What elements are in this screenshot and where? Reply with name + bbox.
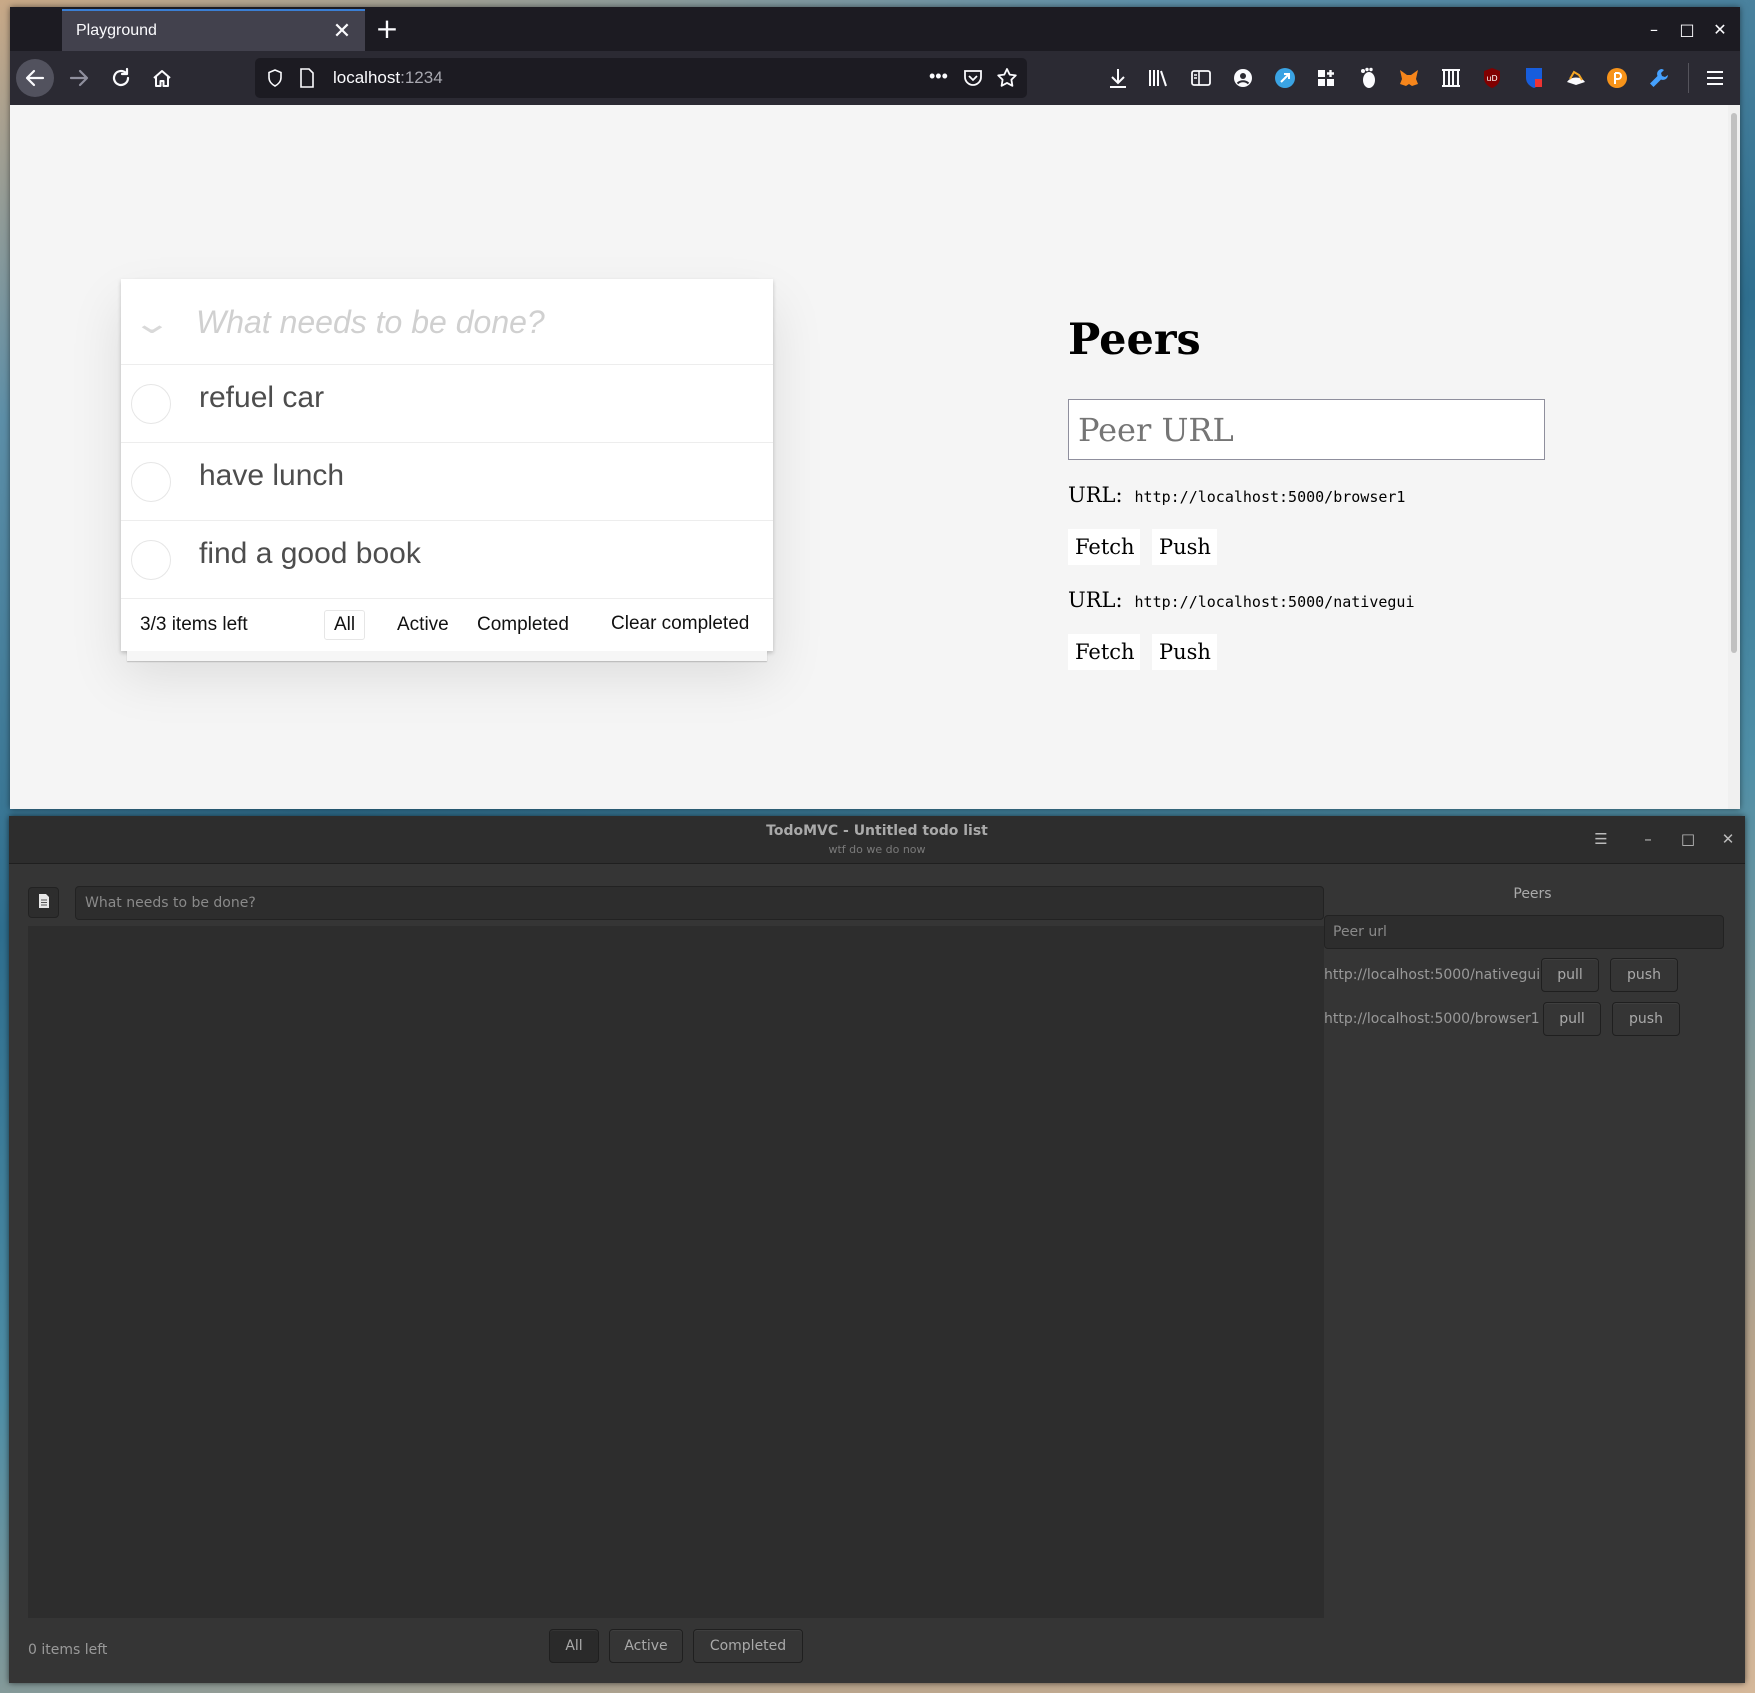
window-title: TodoMVC - Untitled todo list: [766, 823, 988, 839]
filter-active[interactable]: Active: [387, 610, 459, 640]
page-content: ⌄ refuel car have lunch find a good book…: [10, 105, 1728, 809]
header-bar: TodoMVC - Untitled todo list wtf do we d…: [9, 816, 1745, 864]
ublock-origin-icon[interactable]: uD: [1479, 65, 1505, 91]
scrollbar-thumb[interactable]: [1731, 113, 1737, 653]
peer-url-label: URL:: [1068, 483, 1123, 507]
account-icon[interactable]: [1230, 65, 1256, 91]
todo-app: ⌄ refuel car have lunch find a good book…: [121, 279, 773, 661]
minimize-icon[interactable]: –: [1642, 19, 1666, 41]
url-port: :1234: [400, 68, 443, 87]
gnome-extension-icon[interactable]: [1355, 65, 1381, 91]
extensions-grid-icon[interactable]: [1313, 65, 1339, 91]
close-window-icon[interactable]: ✕: [1708, 19, 1732, 41]
fetch-button[interactable]: Fetch: [1068, 634, 1140, 670]
home-icon[interactable]: [143, 59, 181, 97]
todo-list: [28, 926, 1324, 1618]
toggle-all-chevron-icon[interactable]: ⌄: [125, 307, 179, 341]
browser-window: Playground ✕ + – □ ✕ localhost:1234 ••• …: [10, 7, 1740, 809]
url-text: localhost:1234: [333, 68, 443, 88]
filter-active[interactable]: Active: [609, 1629, 683, 1663]
todo-checkbox[interactable]: [131, 462, 171, 502]
todo-item: refuel car: [121, 365, 773, 443]
todo-checkbox[interactable]: [131, 384, 171, 424]
wrench-extension-icon[interactable]: [1646, 65, 1672, 91]
orange-extension-icon[interactable]: [1604, 65, 1630, 91]
back-icon[interactable]: [16, 59, 54, 97]
pull-button[interactable]: pull: [1541, 958, 1599, 992]
filter-all[interactable]: All: [549, 1629, 599, 1663]
page-info-icon[interactable]: [299, 68, 315, 93]
menu-icon[interactable]: ☰: [1590, 828, 1612, 850]
push-button[interactable]: push: [1610, 958, 1678, 992]
peers-heading: Peers: [1513, 886, 1552, 902]
bookmark-star-icon[interactable]: [996, 67, 1018, 94]
page-scrollbar[interactable]: [1728, 105, 1740, 809]
peer-url-input[interactable]: [1324, 915, 1724, 949]
close-tab-icon[interactable]: ✕: [331, 20, 353, 42]
forward-icon[interactable]: [60, 59, 98, 97]
minimize-icon[interactable]: –: [1637, 828, 1659, 850]
peer-url-value: http://localhost:5000/browser1: [1134, 488, 1406, 506]
peer-url-text: http://localhost:5000/nativegui: [1324, 967, 1541, 983]
push-button[interactable]: Push: [1152, 634, 1217, 670]
filter-completed[interactable]: Completed: [693, 1629, 803, 1663]
maximize-icon[interactable]: □: [1675, 19, 1699, 41]
peer-url-value: http://localhost:5000/nativegui: [1134, 593, 1415, 611]
privacy-badger-icon[interactable]: [1438, 65, 1464, 91]
peer-url-label: URL:: [1068, 588, 1123, 612]
tab-title: Playground: [76, 22, 157, 39]
fetch-button[interactable]: Fetch: [1068, 529, 1140, 565]
address-bar[interactable]: localhost:1234 •••: [255, 58, 1027, 98]
close-icon[interactable]: ✕: [1717, 828, 1739, 850]
downloads-icon[interactable]: [1105, 65, 1131, 91]
metamask-fox-icon[interactable]: [1396, 65, 1422, 91]
peer-url-row: URL: http://localhost:5000/browser1: [1068, 483, 1405, 507]
filter-all[interactable]: All: [324, 610, 366, 640]
library-icon[interactable]: [1146, 65, 1172, 91]
new-todo-input[interactable]: [75, 886, 1324, 920]
page-actions-icon[interactable]: •••: [929, 66, 948, 87]
clear-completed-button[interactable]: Clear completed: [611, 613, 749, 635]
todo-checkbox[interactable]: [131, 540, 171, 580]
push-button[interactable]: Push: [1152, 529, 1217, 565]
new-todo-input[interactable]: [196, 297, 756, 347]
peer-url-row: URL: http://localhost:5000/nativegui: [1068, 588, 1415, 612]
todo-item: find a good book: [121, 521, 773, 599]
tab-bar: Playground ✕ + – □ ✕: [10, 7, 1740, 51]
items-left-count: 0 items left: [28, 1642, 108, 1658]
bitwarden-icon[interactable]: [1521, 65, 1547, 91]
maximize-icon[interactable]: □: [1677, 828, 1699, 850]
pocket-icon[interactable]: [963, 68, 983, 93]
peers-heading: Peers: [1068, 315, 1201, 365]
window-subtitle: wtf do we do now: [828, 843, 926, 856]
native-todo-window: TodoMVC - Untitled todo list wtf do we d…: [9, 816, 1745, 1683]
tab-playground[interactable]: Playground ✕: [62, 9, 365, 51]
todo-label[interactable]: find a good book: [199, 537, 421, 571]
peer-url-input[interactable]: [1068, 399, 1545, 460]
pull-button[interactable]: pull: [1543, 1002, 1601, 1036]
nav-toolbar: localhost:1234 ••• uD: [10, 51, 1740, 105]
url-host: localhost: [333, 68, 401, 87]
filter-completed[interactable]: Completed: [467, 610, 579, 640]
todo-label[interactable]: have lunch: [199, 459, 344, 493]
extension-blue-icon[interactable]: [1272, 65, 1298, 91]
reload-icon[interactable]: [102, 59, 140, 97]
document-icon: [38, 893, 50, 913]
peer-url-text: http://localhost:5000/browser1: [1324, 1011, 1540, 1027]
shield-icon[interactable]: [267, 69, 283, 92]
todo-label[interactable]: refuel car: [199, 381, 324, 415]
todo-header: ⌄: [121, 279, 773, 365]
new-tab-icon[interactable]: +: [372, 15, 402, 45]
todo-item: have lunch: [121, 443, 773, 521]
items-left-count: 3/3 items left: [140, 614, 248, 635]
svg-text:uD: uD: [1486, 74, 1497, 83]
hat-extension-icon[interactable]: [1563, 65, 1589, 91]
push-button[interactable]: push: [1612, 1002, 1680, 1036]
sidebar-icon[interactable]: [1188, 65, 1214, 91]
todo-footer: 3/3 items left All Active Completed Clea…: [121, 599, 773, 651]
open-document-button[interactable]: [28, 887, 59, 918]
hamburger-menu-icon[interactable]: [1702, 65, 1728, 91]
toolbar-separator: [1688, 63, 1689, 93]
